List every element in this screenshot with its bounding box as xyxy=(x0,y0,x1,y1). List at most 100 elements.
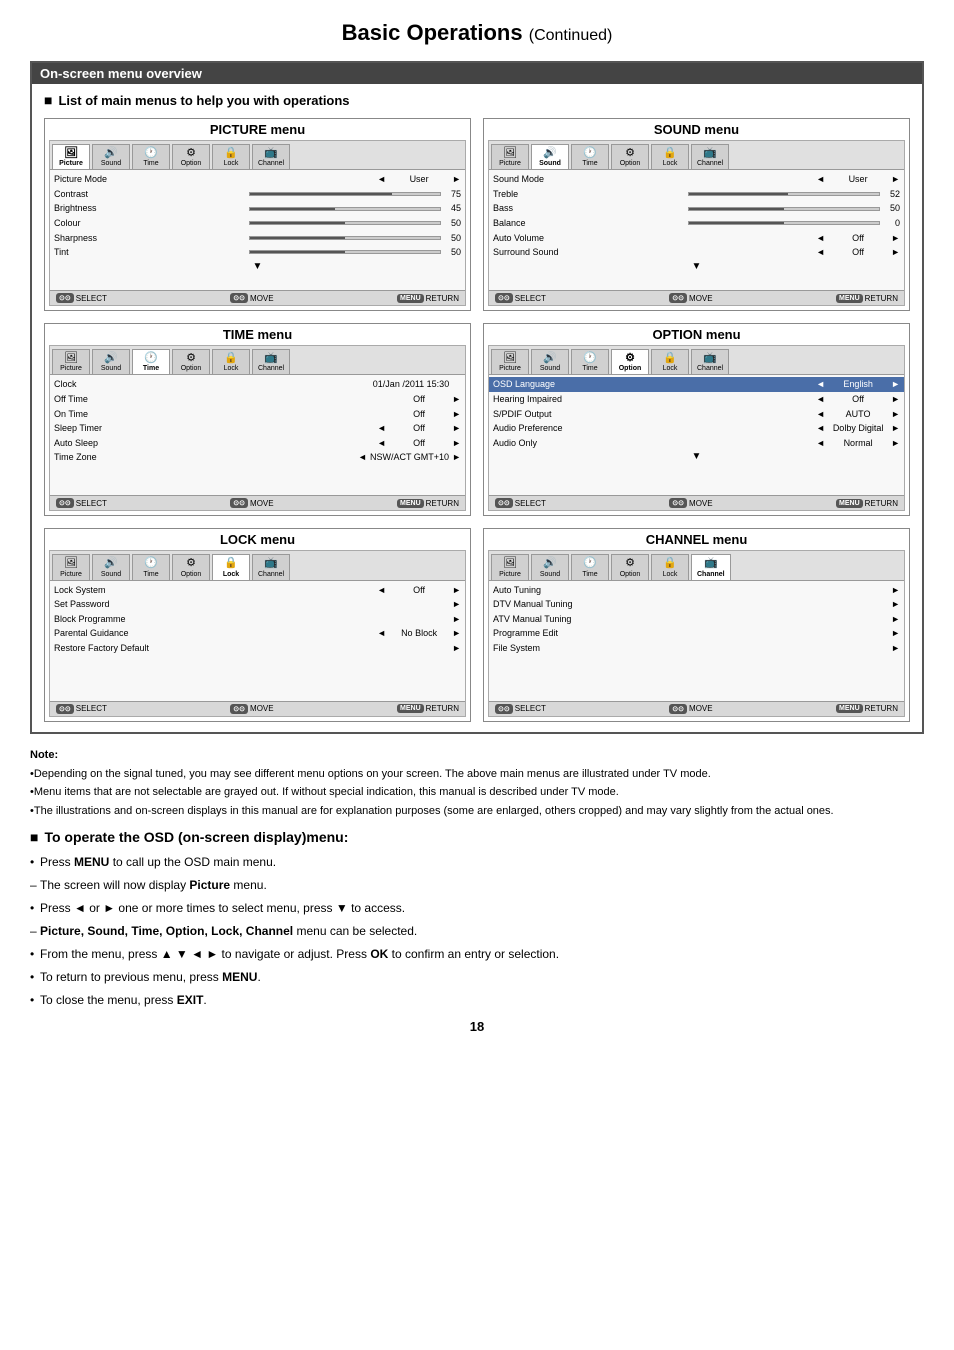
menu-tab-time[interactable]: 🕐Time xyxy=(571,554,609,579)
arrow-right-icon[interactable]: ► xyxy=(891,584,900,597)
menu-tab-lock[interactable]: 🔒Lock xyxy=(212,144,250,169)
arrow-right-icon[interactable]: ► xyxy=(452,627,461,640)
row-label: Colour xyxy=(54,217,245,230)
menu-tab-picture[interactable]: 🖼Picture xyxy=(52,554,90,579)
footer-btn: ⊙⊙ xyxy=(56,498,74,508)
menu-tab-lock[interactable]: 🔒Lock xyxy=(651,349,689,374)
menu-tab-picture[interactable]: 🖼Picture xyxy=(491,144,529,169)
menu-tab-channel[interactable]: 📺Channel xyxy=(691,554,731,579)
arrow-left-icon[interactable]: ◄ xyxy=(816,393,825,406)
row-value: English xyxy=(828,378,888,391)
arrow-left-icon[interactable]: ◄ xyxy=(358,451,367,464)
arrow-left-icon[interactable]: ◄ xyxy=(816,437,825,450)
menu-tab-lock[interactable]: 🔒Lock xyxy=(212,554,250,579)
menu-tab-channel[interactable]: 📺Channel xyxy=(252,554,290,579)
menu-tab-option[interactable]: ⚙Option xyxy=(611,554,649,579)
row-bar xyxy=(249,207,442,211)
arrow-right-icon[interactable]: ► xyxy=(452,173,461,186)
arrow-right-icon[interactable]: ► xyxy=(452,393,461,406)
arrow-right-icon[interactable]: ► xyxy=(891,173,900,186)
arrow-right-icon[interactable]: ► xyxy=(891,408,900,421)
footer-label: SELECT xyxy=(76,704,107,713)
menu-tab-lock[interactable]: 🔒Lock xyxy=(651,554,689,579)
menu-tab-time[interactable]: 🕐Time xyxy=(132,349,170,374)
arrow-left-icon[interactable]: ◄ xyxy=(816,422,825,435)
menu-tab-picture[interactable]: 🖼Picture xyxy=(52,144,90,169)
menu-tab-sound[interactable]: 🔊Sound xyxy=(531,349,569,374)
menu-tab-time[interactable]: 🕐Time xyxy=(571,144,609,169)
arrow-right-icon[interactable]: ► xyxy=(452,613,461,626)
osd-step: Press ◄ or ► one or more times to select… xyxy=(30,899,924,917)
menu-tab-channel[interactable]: 📺Channel xyxy=(691,349,729,374)
arrow-right-icon[interactable]: ► xyxy=(452,408,461,421)
arrow-right-icon[interactable]: ► xyxy=(891,437,900,450)
footer-label: MOVE xyxy=(689,294,713,303)
arrow-right-icon[interactable]: ► xyxy=(452,598,461,611)
menu-footer: ⊙⊙SELECT⊙⊙MOVEMENURETURN xyxy=(489,701,904,716)
menu-row: Treble52 xyxy=(493,187,900,202)
arrow-right-icon[interactable]: ► xyxy=(452,422,461,435)
arrow-left-icon[interactable]: ◄ xyxy=(816,408,825,421)
arrow-left-icon[interactable]: ◄ xyxy=(377,173,386,186)
arrow-left-icon[interactable]: ◄ xyxy=(377,584,386,597)
row-label: DTV Manual Tuning xyxy=(493,598,691,611)
footer-label: RETURN xyxy=(426,294,459,303)
arrow-right-icon[interactable]: ► xyxy=(891,422,900,435)
menu-tab-channel[interactable]: 📺Channel xyxy=(252,349,290,374)
menu-tab-sound[interactable]: 🔊Sound xyxy=(92,554,130,579)
row-value: 45 xyxy=(445,202,461,215)
menu-row: Parental Guidance◄No Block► xyxy=(54,626,461,641)
arrow-right-icon[interactable]: ► xyxy=(891,642,900,655)
main-section: On-screen menu overview List of main men… xyxy=(30,61,924,734)
arrow-left-icon[interactable]: ◄ xyxy=(377,627,386,640)
arrow-right-icon[interactable]: ► xyxy=(891,627,900,640)
menu-tab-sound[interactable]: 🔊Sound xyxy=(531,554,569,579)
footer-btn: ⊙⊙ xyxy=(669,704,687,714)
arrow-right-icon[interactable]: ► xyxy=(452,642,461,655)
menu-tab-time[interactable]: 🕐Time xyxy=(132,144,170,169)
arrow-left-icon[interactable]: ◄ xyxy=(377,437,386,450)
menu-tab-lock[interactable]: 🔒Lock xyxy=(651,144,689,169)
arrow-left-icon[interactable]: ◄ xyxy=(816,173,825,186)
menu-tab-option[interactable]: ⚙Option xyxy=(172,554,210,579)
menu-tab-sound[interactable]: 🔊Sound xyxy=(92,144,130,169)
arrow-right-icon[interactable]: ► xyxy=(452,451,461,464)
menu-tab-option[interactable]: ⚙Option xyxy=(172,349,210,374)
row-value: User xyxy=(828,173,888,186)
note-item: •The illustrations and on-screen display… xyxy=(30,804,924,819)
menu-tab-sound[interactable]: 🔊Sound xyxy=(531,144,569,169)
footer-item: ⊙⊙SELECT xyxy=(495,293,546,303)
menu-title-channel: CHANNEL menu xyxy=(484,529,909,550)
arrow-right-icon[interactable]: ► xyxy=(452,584,461,597)
menu-tab-sound[interactable]: 🔊Sound xyxy=(92,349,130,374)
arrow-right-icon[interactable]: ► xyxy=(452,437,461,450)
menu-row: Tint50 xyxy=(54,245,461,260)
menu-tab-option[interactable]: ⚙Option xyxy=(611,349,649,374)
arrow-left-icon[interactable]: ◄ xyxy=(816,378,825,391)
menu-tab-channel[interactable]: 📺Channel xyxy=(691,144,729,169)
row-label: Audio Preference xyxy=(493,422,816,435)
menu-tab-picture[interactable]: 🖼Picture xyxy=(491,349,529,374)
arrow-right-icon[interactable]: ► xyxy=(891,598,900,611)
arrow-left-icon[interactable]: ◄ xyxy=(816,232,825,245)
menu-tab-picture[interactable]: 🖼Picture xyxy=(52,349,90,374)
row-label: Auto Tuning xyxy=(493,584,691,597)
menu-tab-lock[interactable]: 🔒Lock xyxy=(212,349,250,374)
arrow-right-icon[interactable]: ► xyxy=(891,393,900,406)
menu-tab-option[interactable]: ⚙Option xyxy=(611,144,649,169)
menu-tab-channel[interactable]: 📺Channel xyxy=(252,144,290,169)
arrow-left-icon[interactable]: ◄ xyxy=(377,422,386,435)
arrow-right-icon[interactable]: ► xyxy=(891,246,900,259)
menu-row: DTV Manual Tuning ► xyxy=(493,597,900,612)
menu-row: Audio Preference◄Dolby Digital► xyxy=(493,421,900,436)
menu-tab-option[interactable]: ⚙Option xyxy=(172,144,210,169)
arrow-right-icon[interactable]: ► xyxy=(891,613,900,626)
menu-tab-time[interactable]: 🕐Time xyxy=(571,349,609,374)
arrow-right-icon[interactable]: ► xyxy=(891,232,900,245)
menu-row: Auto Volume◄Off► xyxy=(493,231,900,246)
menu-tab-time[interactable]: 🕐Time xyxy=(132,554,170,579)
menu-tab-picture[interactable]: 🖼Picture xyxy=(491,554,529,579)
arrow-left-icon[interactable]: ◄ xyxy=(816,246,825,259)
footer-label: RETURN xyxy=(865,704,898,713)
arrow-right-icon[interactable]: ► xyxy=(891,378,900,391)
